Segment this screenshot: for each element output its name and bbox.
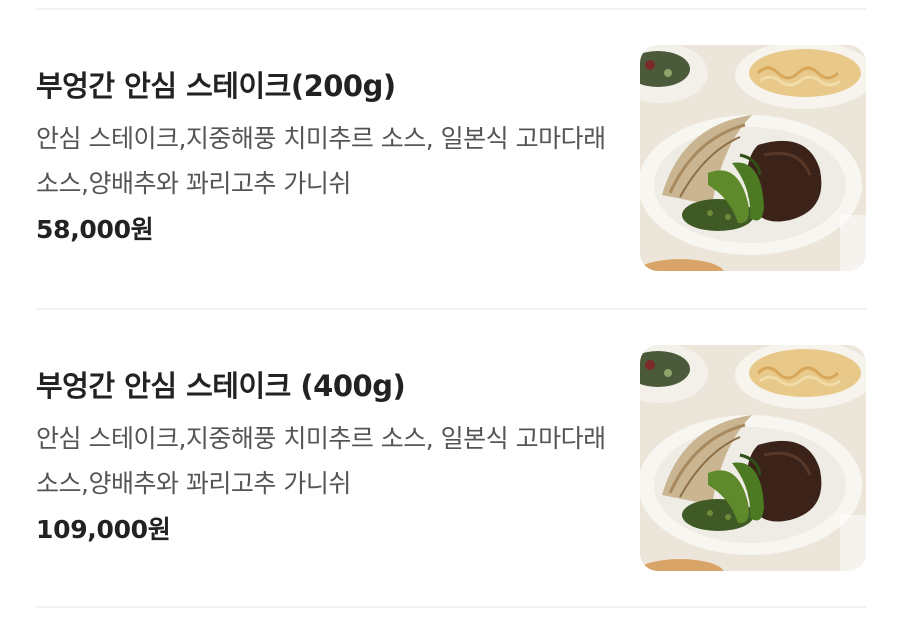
steak-photo-icon [640, 345, 866, 571]
menu-item-description: 안심 스테이크,지중해풍 치미추르 소스, 일본식 고마다래 소스,양배추와 꽈… [36, 424, 606, 498]
menu-item-text: 부엉간 안심 스테이크(200g) 안심 스테이크,지중해풍 치미추르 소스, … [36, 66, 626, 252]
menu-item-name: 부엉간 안심 스테이크 (400g) [36, 369, 406, 403]
steak-photo-icon [640, 45, 866, 271]
menu-item-text: 부엉간 안심 스테이크 (400g) 안심 스테이크,지중해풍 치미추르 소스,… [36, 366, 626, 552]
menu-item-name: 부엉간 안심 스테이크(200g) [36, 69, 396, 103]
menu-item-description: 안심 스테이크,지중해풍 치미추르 소스, 일본식 고마다래 소스,양배추와 꽈… [36, 124, 606, 198]
bottom-divider [36, 606, 866, 608]
menu-item-steak-200g[interactable]: 부엉간 안심 스테이크(200g) 안심 스테이크,지중해풍 치미추르 소스, … [0, 10, 900, 310]
menu-item-steak-400g[interactable]: 부엉간 안심 스테이크 (400g) 안심 스테이크,지중해풍 치미추르 소스,… [0, 310, 900, 610]
menu-item-price: 58,000원 [36, 215, 154, 244]
menu-item-price: 109,000원 [36, 515, 171, 544]
